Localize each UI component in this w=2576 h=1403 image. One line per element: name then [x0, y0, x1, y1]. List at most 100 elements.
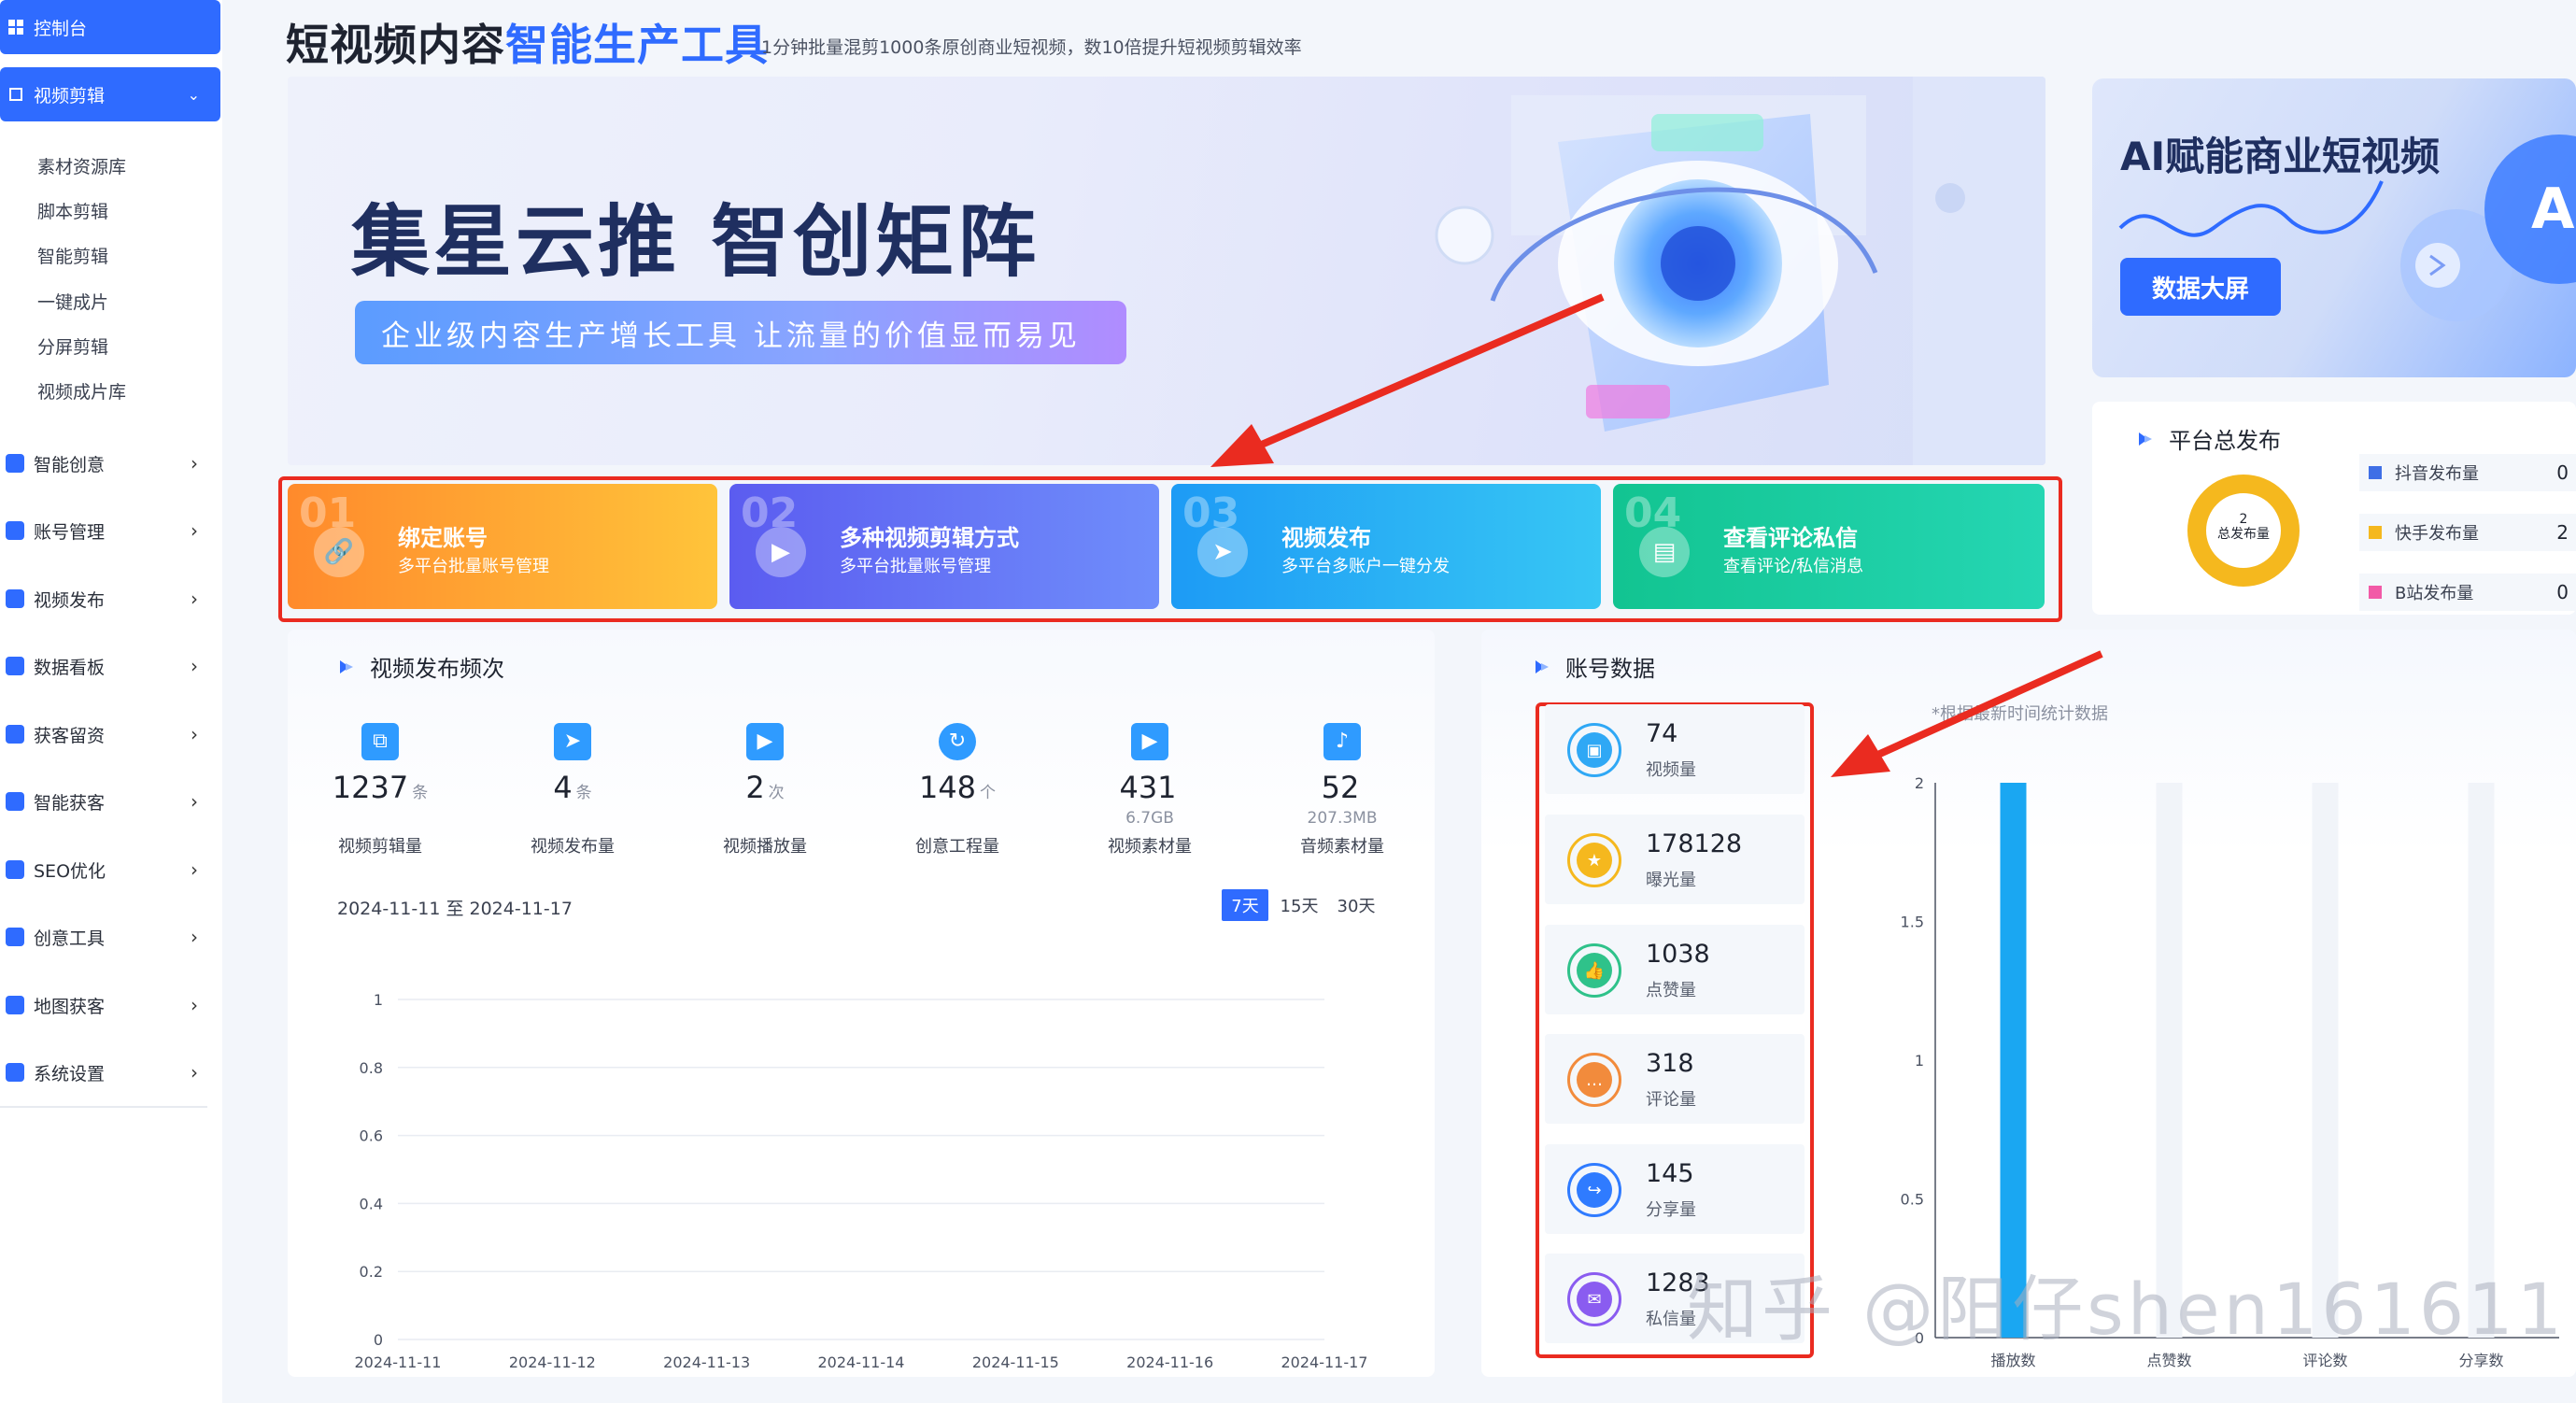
ai-illustration: AI — [2118, 135, 2576, 321]
x-tick-label: 2024-11-17 — [1281, 1353, 1368, 1371]
account-stat-videos: ▣ 74 视频量 — [1545, 704, 1805, 794]
total-value: 2 — [2239, 512, 2248, 527]
range-tab-7d[interactable]: 7天 — [1222, 889, 1268, 921]
feature-card-publish[interactable]: 03 ➤ 视频发布 多平台多账户一键分发 — [1171, 484, 1601, 609]
date-range: 2024-11-11 至 2024-11-17 — [337, 899, 573, 919]
sidebar-item-label: 创意工具 — [34, 928, 106, 949]
paper-plane-icon — [6, 589, 24, 608]
range-tab-30d[interactable]: 30天 — [1330, 889, 1382, 921]
sidebar-sub-item[interactable]: 脚本剪辑 — [37, 198, 108, 223]
stat-sub: 6.7GB — [1125, 809, 1174, 828]
panel-title: 平台总发布 — [2137, 422, 2281, 455]
ring: ↪ — [1567, 1163, 1621, 1217]
sidebar-sub-item[interactable]: 分屏剪辑 — [37, 333, 108, 359]
feature-desc: 查看评论/私信消息 — [1723, 557, 1864, 576]
bar-chart-icon — [6, 657, 24, 675]
play-marker-icon — [1536, 659, 1549, 673]
stat-value: 52 — [1321, 770, 1360, 805]
sidebar-item-accounts[interactable]: 账号管理 › — [0, 512, 211, 549]
sidebar-item-dashboard-data[interactable]: 数据看板 › — [0, 647, 211, 685]
account-stat-value: 1038 — [1646, 940, 1710, 969]
sidebar-item-label: 控制台 — [34, 18, 88, 39]
chevron-right-icon: › — [191, 1061, 198, 1084]
stat-value: 148 — [918, 770, 977, 805]
ai-logo-text: AI — [2531, 177, 2576, 242]
y-tick-label: 0 — [374, 1331, 383, 1349]
page-subtitle: 1分钟批量混剪1000条原创商业短视频，数10倍提升短视频剪辑效率 — [761, 37, 1302, 58]
data-screen-button[interactable]: 数据大屏 — [2120, 258, 2281, 316]
sidebar-item-creative[interactable]: 智能创意 › — [0, 445, 211, 482]
stat-label: 创意工程量 — [915, 837, 999, 857]
stat-audio-material: ♪ 52 207.3MB 音频素材量 — [1263, 723, 1422, 857]
feature-card-bind-account[interactable]: 01 🔗 绑定账号 多平台批量账号管理 — [288, 484, 717, 609]
banner-tagline: 企业级内容生产增长工具 让流量的价值显而易见 — [355, 301, 1126, 364]
y-tick-label: 0.4 — [360, 1195, 383, 1212]
legend-swatch — [2369, 586, 2382, 599]
video-count-icon: ▣ — [1577, 732, 1612, 768]
x-tick-label: 2024-11-16 — [1126, 1353, 1213, 1371]
stat-creative-count: ↻ 148 个 创意工程量 — [878, 723, 1037, 857]
account-stat-value: 318 — [1646, 1049, 1694, 1078]
account-stat-label: 点赞量 — [1646, 981, 1696, 1000]
stat-label: 视频素材量 — [1108, 837, 1192, 857]
crop-icon: ⧉ — [361, 723, 399, 760]
watermark: 知乎 @阳仔shen161611 — [1687, 1268, 2566, 1351]
sidebar-item-label: 地图获客 — [34, 996, 106, 1017]
stat-sub — [878, 809, 1037, 828]
mail-icon: ✉ — [1577, 1282, 1612, 1317]
sidebar-sub-item[interactable]: 一键成片 — [37, 289, 108, 314]
ring: ✉ — [1567, 1272, 1621, 1326]
chevron-right-icon: › — [191, 655, 198, 677]
sidebar-item-settings[interactable]: 系统设置 › — [0, 1054, 211, 1091]
y-tick-label: 0.6 — [360, 1127, 383, 1145]
eye-illustration — [1435, 77, 2045, 465]
sidebar-item-tools[interactable]: 创意工具 › — [0, 918, 211, 956]
feature-desc: 多平台批量账号管理 — [840, 557, 991, 576]
video-material-icon: ▶ — [1131, 723, 1168, 760]
sidebar-item-video-edit[interactable]: 视频剪辑 ⌄ — [0, 67, 220, 121]
ai-promo-card: AI AI赋能商业短视频 数据大屏 — [2092, 78, 2576, 377]
panel-title-text: 账号数据 — [1565, 656, 1655, 682]
feature-desc: 多平台多账户一键分发 — [1281, 557, 1450, 576]
account-stat-likes: 👍 1038 点赞量 — [1545, 925, 1805, 1014]
account-stat-value: 178128 — [1646, 829, 1743, 858]
panel-title: 视频发布频次 — [338, 650, 504, 683]
paper-plane-icon: ➤ — [554, 723, 591, 760]
account-stat-label: 曝光量 — [1646, 871, 1696, 890]
chevron-right-icon: › — [191, 452, 198, 475]
feature-title: 多种视频剪辑方式 — [840, 525, 1019, 551]
sidebar-item-label: 账号管理 — [34, 521, 106, 543]
share-icon: ↪ — [1577, 1172, 1612, 1208]
sidebar-item-smart-acquire[interactable]: 智能获客 › — [0, 783, 211, 820]
chart-note: *根据最新时间统计数据 — [1932, 704, 2108, 724]
chevron-down-icon: ⌄ — [187, 85, 200, 104]
sidebar-sub-item[interactable]: 智能剪辑 — [37, 243, 108, 268]
panel-title-text: 视频发布频次 — [370, 656, 504, 682]
feature-card-edit-modes[interactable]: 02 ▶ 多种视频剪辑方式 多平台批量账号管理 — [729, 484, 1159, 609]
sidebar-item-dashboard[interactable]: 控制台 — [0, 0, 220, 54]
sidebar-item-seo[interactable]: SEO优化 › — [0, 851, 211, 888]
sidebar-sub-item[interactable]: 视频成片库 — [37, 378, 126, 404]
stat-label: 音频素材量 — [1300, 837, 1384, 857]
stat-sub — [493, 809, 652, 828]
sidebar-item-leads[interactable]: 获客留资 › — [0, 716, 211, 753]
donut-center-label: 2 总发布量 — [2186, 512, 2301, 542]
sidebar-item-label: 系统设置 — [34, 1063, 106, 1084]
page-title-main: 短视频内容 — [286, 20, 505, 70]
panel-title: 账号数据 — [1534, 650, 1655, 683]
play-marker-icon — [340, 659, 353, 673]
sidebar-sub-item[interactable]: 素材资源库 — [37, 153, 126, 178]
account-stat-comments: … 318 评论量 — [1545, 1034, 1805, 1124]
star-icon: ★ — [1577, 843, 1612, 878]
publish-frequency-chart: 1 0.8 0.6 0.4 0.2 0 2024-11-11 2024-11-12 2024-1… — [355, 991, 1368, 1371]
page-title: 短视频内容智能生产工具 — [286, 11, 769, 73]
range-tab-15d[interactable]: 15天 — [1276, 889, 1323, 921]
stat-unit: 次 — [768, 784, 785, 802]
x-tick-label: 2024-11-15 — [972, 1353, 1059, 1371]
ring: ★ — [1567, 833, 1621, 887]
sidebar-item-label: 获客留资 — [34, 725, 106, 746]
sidebar-item-map[interactable]: 地图获客 › — [0, 986, 211, 1024]
seo-icon — [6, 860, 24, 879]
feature-card-messages[interactable]: 04 ▤ 查看评论私信 查看评论/私信消息 — [1613, 484, 2045, 609]
sidebar-item-publish[interactable]: 视频发布 › — [0, 580, 211, 617]
